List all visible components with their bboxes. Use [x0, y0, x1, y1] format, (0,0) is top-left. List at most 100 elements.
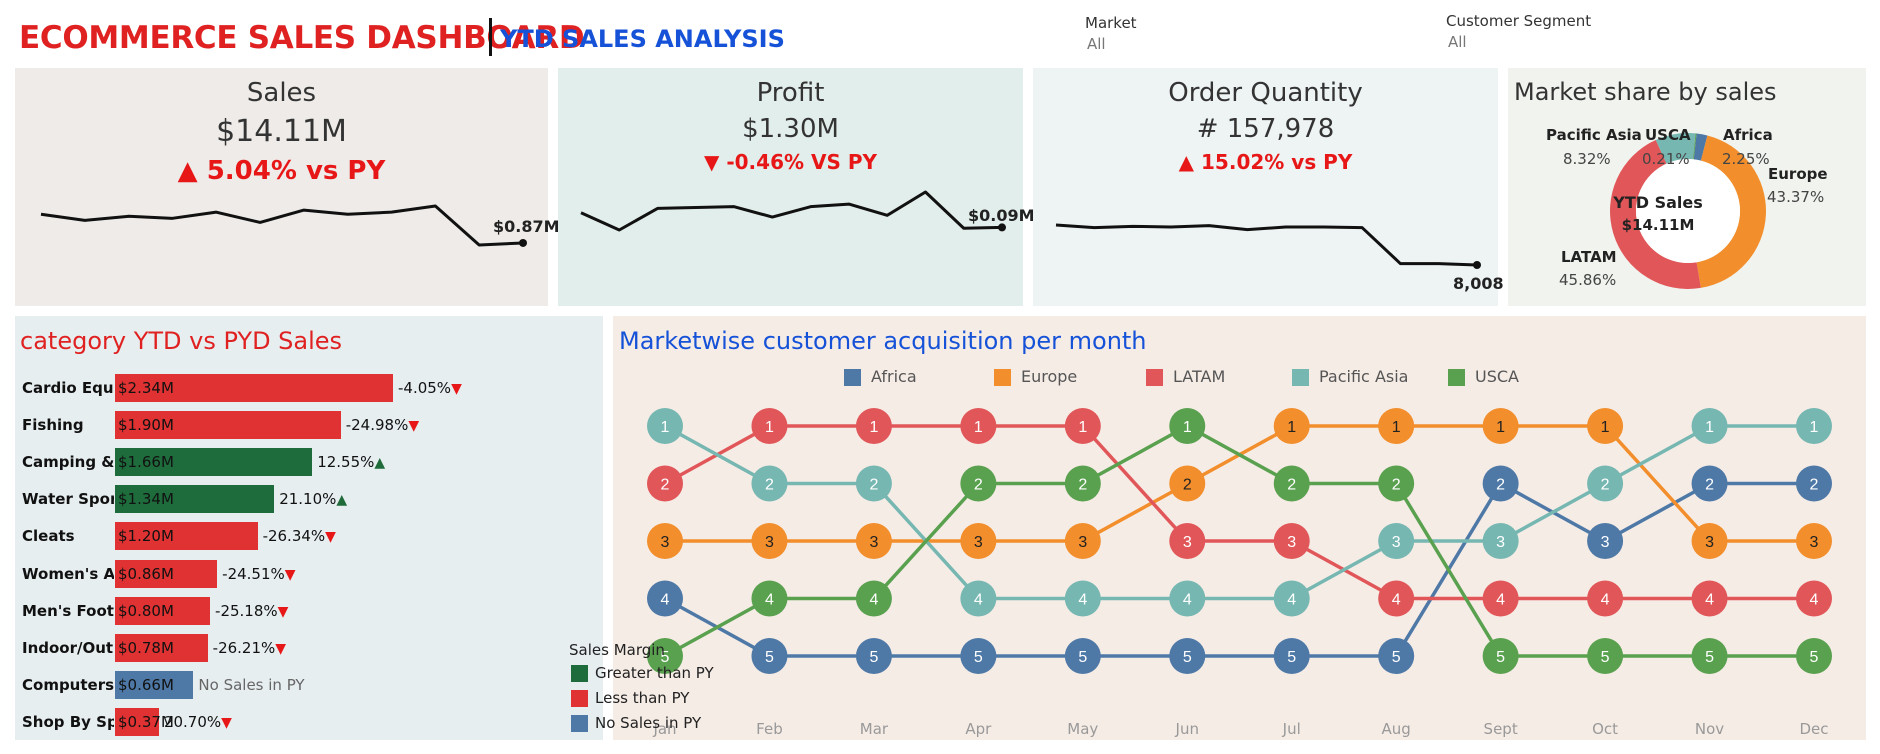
rank-label: 3 [1392, 534, 1401, 551]
slice-pct-latam: 45.86% [1559, 271, 1617, 289]
donut-center-label: YTD Sales [1613, 193, 1703, 212]
category-value-label: $2.34M [118, 379, 174, 397]
rank-label: 3 [1183, 534, 1192, 551]
down-arrow-icon: ▼ [277, 603, 289, 620]
x-tick-label: Nov [1695, 720, 1724, 738]
rank-label: 1 [1601, 419, 1610, 436]
rank-label: 1 [1496, 419, 1505, 436]
slice-pct-pacific-asia: 8.32% [1563, 150, 1611, 168]
x-tick-label: May [1067, 720, 1098, 738]
category-change-label: 12.55%▲ [317, 453, 386, 472]
rank-label: 3 [1078, 534, 1087, 551]
x-tick-label: Oct [1592, 720, 1618, 738]
rank-label: 3 [765, 534, 774, 551]
rank-label: 4 [1392, 592, 1401, 609]
series-line-africa [664, 481, 1814, 658]
category-name: Women's A.. [22, 564, 114, 583]
category-name: Fishing [22, 416, 84, 435]
category-name: Shop By Sp.. [22, 712, 114, 731]
sales-sparkline-line [40, 204, 524, 247]
profit-last-value: $0.09M [968, 206, 1035, 225]
down-arrow-icon: ▼ [451, 381, 462, 397]
rank-label: 2 [869, 477, 878, 494]
category-value-label: $0.86M [118, 564, 174, 583]
rank-label: 2 [765, 477, 774, 494]
down-arrow-icon: ▼ [408, 418, 420, 435]
category-value-label: $0.80M [118, 601, 174, 620]
category-change-label: No Sales in PY [198, 675, 305, 694]
market-filter-value[interactable]: All [1087, 35, 1137, 53]
rank-label: 4 [1810, 592, 1819, 609]
category-value-label: $1.20M [118, 527, 174, 546]
x-tick-label: Aug [1382, 720, 1411, 738]
profit-sparkline [580, 190, 1006, 232]
legend-no-sales-py[interactable]: No Sales in PY [571, 714, 701, 732]
rank-label: 1 [1183, 419, 1192, 436]
acquisition-bump-chart: 4 5 5 5 5 5 5 5 2 3 2 2 3 3 3 3 3 2 1 1 1 1 3 3 2 1 1 1 1 3 3 4 4 4 4 4 1 2 2 4… [647, 408, 1832, 738]
rank-label: 4 [1601, 592, 1610, 609]
category-value-label: $1.34M [118, 490, 174, 509]
orders-kpi-card: Order Quantity # 157,978 ▲ 15.02% vs PY … [1033, 68, 1504, 306]
x-tick-label: Feb [756, 720, 783, 738]
category-change-label: -26.21%▼ [212, 638, 287, 657]
category-value-label: $0.78M [118, 638, 174, 657]
slice-pct-usca: 0.21% [1642, 150, 1690, 168]
rank-label: 2 [1496, 477, 1505, 494]
rank-label: 5 [765, 649, 774, 666]
rank-label: 4 [869, 592, 878, 609]
rank-label: 2 [1705, 477, 1714, 494]
rank-label: 1 [1078, 419, 1087, 436]
sales-margin-legend-title: Sales Margin [569, 641, 665, 659]
rank-label: 3 [1705, 534, 1714, 551]
rank-label: 1 [869, 419, 878, 436]
rank-label: 4 [1183, 592, 1192, 609]
rank-label: 1 [1287, 419, 1296, 436]
rank-label: 2 [974, 477, 983, 494]
rank-label: 3 [661, 534, 670, 551]
segment-filter-value[interactable]: All [1448, 33, 1591, 51]
rank-label: 5 [1078, 649, 1087, 666]
legend-less-than-py[interactable]: Less than PY [571, 689, 689, 707]
sales-last-value: $0.87M [493, 217, 560, 236]
segment-filter[interactable]: Customer Segment All [1446, 12, 1591, 51]
rank-label: 1 [765, 419, 774, 436]
legend-swatch-less [571, 690, 588, 707]
rank-label: 4 [974, 592, 983, 609]
rank-label: 1 [1810, 419, 1819, 436]
up-arrow-icon: ▲ [336, 492, 348, 509]
dashboard-subtitle: YTD SALES ANALYSIS [500, 25, 785, 53]
rank-label: 5 [974, 649, 983, 666]
category-name: Camping & .. [22, 453, 114, 472]
legend-greater-than-py[interactable]: Greater than PY [571, 664, 714, 682]
category-name: Water Spor.. [22, 490, 114, 509]
category-change-label: -24.98%▼ [345, 416, 420, 435]
segment-filter-label: Customer Segment [1446, 12, 1592, 30]
rank-label: 1 [1392, 419, 1401, 436]
slice-pct-africa: 2.25% [1722, 150, 1770, 168]
rank-label: 4 [1287, 592, 1296, 609]
market-filter[interactable]: Market All [1085, 14, 1137, 53]
slice-label-africa: Africa [1723, 126, 1773, 144]
category-change-label: -24.51%▼ [222, 564, 296, 583]
donut-center-value: $14.11M [1621, 216, 1695, 234]
slice-label-europe: Europe [1768, 165, 1828, 183]
series-line-pacific-asia [664, 424, 1814, 601]
rank-label: 2 [661, 477, 670, 494]
category-change-label: -26.34%▼ [262, 527, 336, 546]
category-change-label: 21.10%▲ [279, 490, 348, 509]
market-share-card: Market share by sales YTD Sales $14.11M … [1508, 68, 1866, 306]
category-change-label: -25.18%▼ [215, 601, 289, 620]
series-line-latam [664, 424, 1814, 601]
x-tick-label: Apr [965, 720, 992, 738]
rank-label: 5 [1183, 649, 1192, 666]
slice-pct-europe: 43.37% [1767, 188, 1825, 206]
category-value-label: $1.66M [118, 453, 174, 472]
rank-label: 3 [869, 534, 878, 551]
slice-label-latam: LATAM [1561, 248, 1617, 266]
rank-label: 1 [1705, 419, 1714, 436]
rank-label: 3 [1287, 534, 1296, 551]
profit-kpi-card: Profit $1.30M ▼ -0.46% VS PY $0.09M [558, 68, 1035, 306]
x-tick-label: Jun [1175, 720, 1199, 738]
category-value-label: $0.66M [118, 675, 174, 694]
orders-sparkline [1055, 223, 1481, 269]
